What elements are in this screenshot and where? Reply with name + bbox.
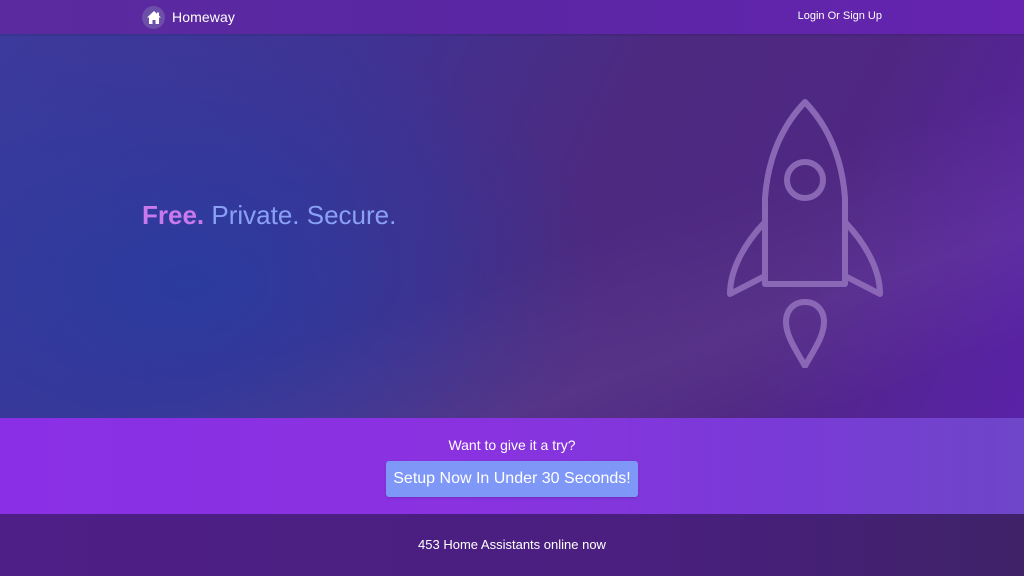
headline-free: Free.: [142, 200, 205, 230]
brand-name: Homeway: [172, 9, 235, 25]
cta-section: Want to give it a try? Setup Now In Unde…: [0, 418, 1024, 514]
cta-prompt: Want to give it a try?: [448, 437, 576, 453]
rocket-icon: [727, 99, 883, 368]
top-navbar: Homeway Login Or Sign Up: [0, 0, 1024, 34]
home-icon: [142, 5, 165, 29]
hero-section: Free. Private. Secure.: [0, 34, 1024, 418]
headline-private-secure: Private. Secure.: [211, 200, 397, 230]
online-status-bar: 453 Home Assistants online now: [0, 514, 1024, 576]
setup-now-button[interactable]: Setup Now In Under 30 Seconds!: [386, 461, 638, 497]
hero-headline: Free. Private. Secure.: [142, 200, 396, 230]
brand-home-link[interactable]: Homeway: [142, 5, 235, 29]
online-count-text: 453 Home Assistants online now: [418, 537, 606, 552]
login-signup-link[interactable]: Login Or Sign Up: [798, 10, 882, 22]
